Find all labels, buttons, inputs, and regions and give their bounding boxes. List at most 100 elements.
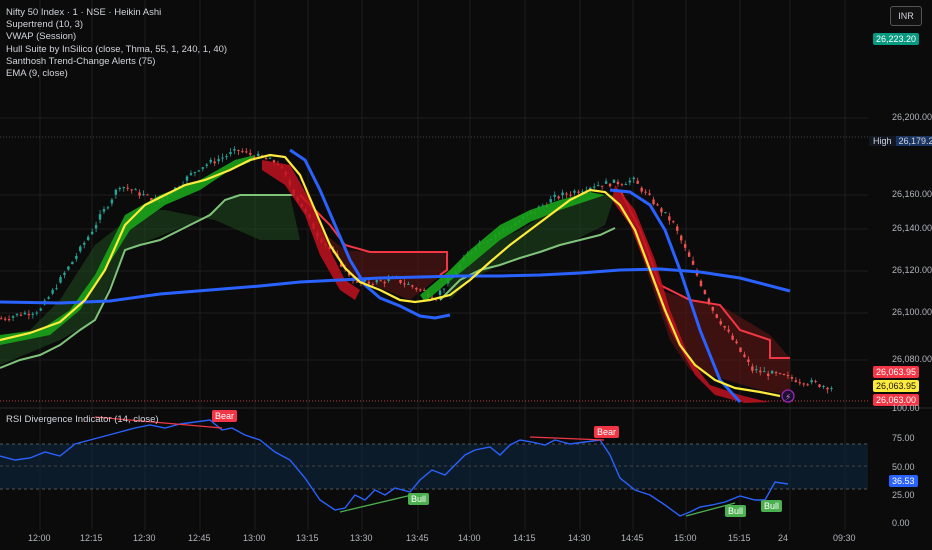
candle-body xyxy=(245,151,248,153)
candle-body xyxy=(593,186,596,188)
candle-body xyxy=(264,158,268,160)
bear-signal-label: Bear xyxy=(212,410,238,422)
candle-body xyxy=(407,283,410,285)
candle-body xyxy=(142,194,145,196)
candle-body xyxy=(35,312,38,314)
candle-body xyxy=(3,318,7,320)
candle-body xyxy=(668,216,671,221)
candle-body xyxy=(268,157,272,159)
candle-body xyxy=(782,374,786,376)
legend-trend-alerts[interactable]: Santhosh Trend-Change Alerts (75) xyxy=(6,56,227,68)
time-tick: 13:15 xyxy=(296,533,319,543)
candle-body xyxy=(612,179,616,183)
candle-body xyxy=(233,149,236,151)
candle-body xyxy=(723,325,726,328)
candle-body xyxy=(59,277,62,283)
candle-body xyxy=(138,192,141,196)
candle-body xyxy=(379,280,382,282)
time-tick: 14:45 xyxy=(621,533,644,543)
rsi-tick: 75.00 xyxy=(892,433,915,443)
candle-body xyxy=(19,314,23,316)
candle-body xyxy=(438,290,442,295)
legend-ema[interactable]: EMA (9, close) xyxy=(6,68,227,80)
candle-body xyxy=(561,192,564,196)
time-tick: 12:00 xyxy=(28,533,51,543)
candle-body xyxy=(399,279,402,283)
candle-body xyxy=(620,184,624,186)
candle-body xyxy=(751,366,754,371)
legend-vwap[interactable]: VWAP (Session) xyxy=(6,31,227,43)
chart-canvas[interactable]: ⚡ xyxy=(0,0,932,550)
legend-hull-suite[interactable]: Hull Suite by InSilico (close, Thma, 55,… xyxy=(6,44,227,56)
candle-body xyxy=(130,189,133,191)
candle-body xyxy=(134,189,137,191)
candle-body xyxy=(189,173,193,175)
candle-body xyxy=(415,288,418,290)
candle-body xyxy=(553,194,556,197)
candle-body xyxy=(806,384,809,386)
bull-signal-label: Bull xyxy=(725,505,747,517)
candle-body xyxy=(217,159,220,162)
candle-body xyxy=(814,381,817,383)
candle-body xyxy=(565,193,568,195)
rsi-pane-label[interactable]: RSI Divergence Indicator (14, close) xyxy=(6,414,159,425)
candle-body xyxy=(47,297,50,299)
time-tick: 13:45 xyxy=(406,533,429,543)
candle-body xyxy=(644,191,647,193)
candle-body xyxy=(774,372,778,374)
candle-body xyxy=(71,261,74,265)
candle-body xyxy=(573,190,576,193)
price-tick: 26,140.00 xyxy=(892,223,932,233)
candle-body xyxy=(822,386,825,388)
candle-body xyxy=(778,373,782,375)
rsi-current-tag: 36.53 xyxy=(889,475,918,487)
candle-body xyxy=(676,226,679,231)
candle-body xyxy=(672,221,675,223)
time-tick: 09:30 xyxy=(833,533,856,543)
rsi-tick: 25.00 xyxy=(892,490,915,500)
candle-body xyxy=(656,204,659,206)
candle-body xyxy=(213,161,216,164)
candle-body xyxy=(818,384,821,387)
legend-supertrend[interactable]: Supertrend (10, 3) xyxy=(6,19,227,31)
candle-body xyxy=(403,283,406,285)
time-tick: 14:00 xyxy=(458,533,481,543)
candle-body xyxy=(798,382,802,384)
time-tick: 13:30 xyxy=(350,533,373,543)
price-tick: 26,100.00 xyxy=(892,307,932,317)
candle-body xyxy=(229,152,232,155)
high-label: High xyxy=(869,136,896,146)
candle-body xyxy=(63,272,66,275)
candle-body xyxy=(715,314,718,318)
candle-body xyxy=(98,214,102,220)
candle-body xyxy=(727,329,730,332)
candle-body xyxy=(600,185,604,187)
candle-body xyxy=(691,260,695,265)
candle-body xyxy=(604,181,608,184)
bull-signal-label: Bull xyxy=(408,493,430,505)
time-tick: 12:30 xyxy=(133,533,156,543)
currency-button[interactable]: INR xyxy=(890,6,922,26)
candle-body xyxy=(241,151,244,153)
price-tick: 26,160.00 xyxy=(892,189,932,199)
candle-body xyxy=(221,157,224,159)
lightning-glyph: ⚡ xyxy=(785,393,791,403)
candle-body xyxy=(83,242,86,245)
price-tag-ema: 26,063.95 xyxy=(873,380,920,392)
candle-body xyxy=(608,183,612,187)
candle-body xyxy=(680,235,683,241)
candle-body xyxy=(549,199,552,203)
candle-body xyxy=(419,289,422,291)
rsi-tick: 100.00 xyxy=(892,403,920,413)
candle-body xyxy=(11,316,15,318)
candle-body xyxy=(577,191,580,193)
candle-body xyxy=(225,156,228,158)
candle-body xyxy=(102,209,106,212)
candle-body xyxy=(711,306,715,311)
candle-body xyxy=(39,308,42,311)
symbol-title[interactable]: Nifty 50 Index · 1 · NSE · Heikin Ashi xyxy=(6,7,227,19)
high-value: 26,179.20 xyxy=(895,136,932,146)
candle-body xyxy=(826,387,829,390)
candle-body xyxy=(122,186,125,188)
candle-body xyxy=(67,266,70,270)
